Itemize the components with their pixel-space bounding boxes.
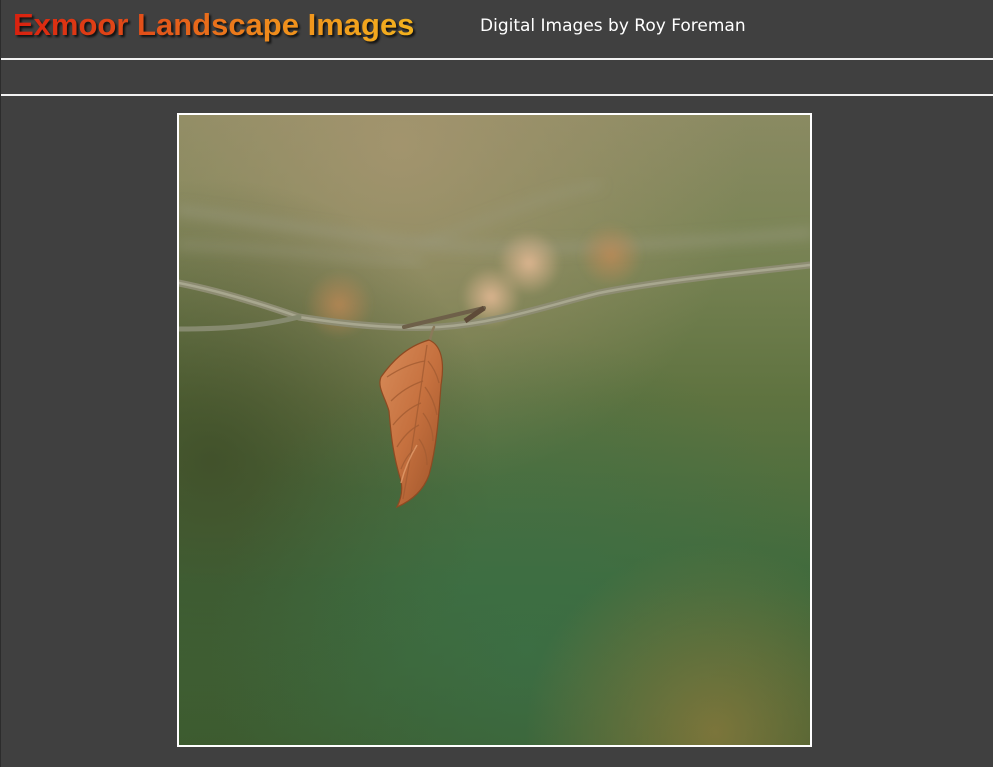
site-title[interactable]: Exmoor Landscape Images [13,7,414,43]
page: Exmoor Landscape Images Digital Images b… [0,0,993,767]
header-divider-bottom [1,94,993,96]
site-header: Exmoor Landscape Images Digital Images b… [1,0,993,58]
navigation-bar [1,60,993,94]
featured-photo[interactable] [177,113,812,747]
site-subtitle: Digital Images by Roy Foreman [480,16,746,36]
leaf-photo-image [179,115,810,745]
